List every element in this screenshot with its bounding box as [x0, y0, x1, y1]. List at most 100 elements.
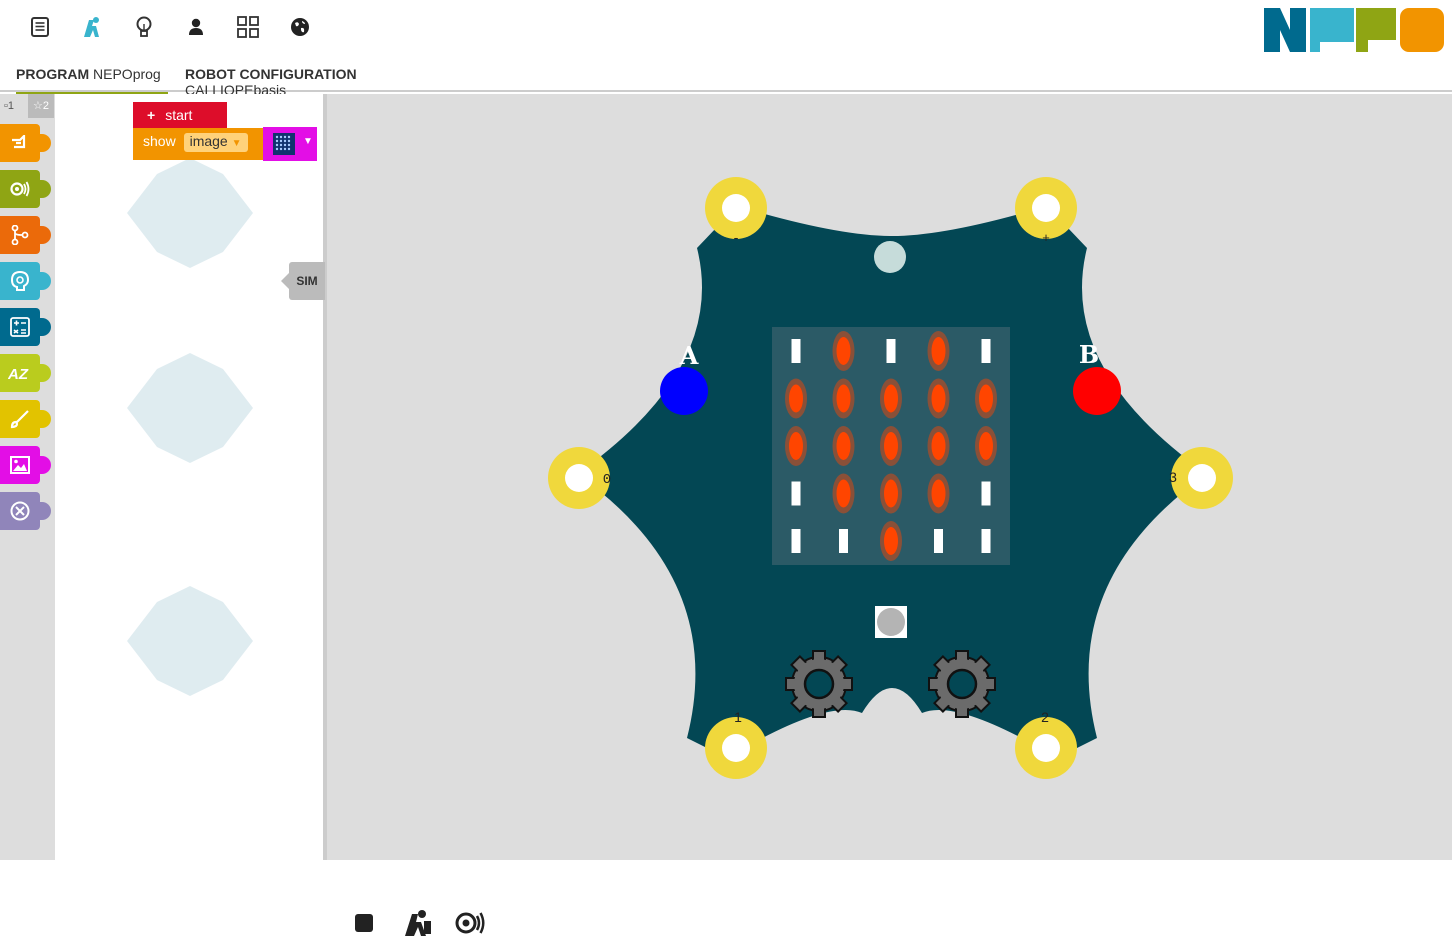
sim-tab-label: SIM — [296, 274, 318, 288]
led-off — [981, 529, 991, 553]
calliope-board: - + 0 3 1 2 A B — [548, 177, 1233, 779]
rgb-led — [874, 241, 906, 273]
show-image-block[interactable]: show image ▼ — [133, 128, 263, 160]
led-on — [836, 479, 851, 508]
image-value-block[interactable]: ▼ — [263, 127, 317, 161]
level-2-label: 2 — [42, 100, 49, 112]
tab-robot-configuration[interactable]: ROBOT CONFIGURATION CALLIOPEbasis — [185, 66, 455, 98]
sensor-icon — [10, 181, 30, 197]
top-navigation-bar: PROGRAM NEPOprog ROBOT CONFIGURATION CAL… — [0, 0, 1452, 98]
motor-gear-left — [785, 650, 853, 718]
led-on — [836, 384, 851, 413]
gallery-icon[interactable] — [235, 14, 261, 40]
light-sensor-dot — [877, 608, 905, 636]
pin-1-hole — [722, 734, 750, 762]
simulation-panel: - + 0 3 1 2 A B — [327, 94, 1452, 947]
sensor-view-button[interactable] — [447, 899, 495, 947]
button-a[interactable] — [660, 367, 708, 415]
pin-minus-label: - — [732, 231, 740, 246]
board-watermark — [127, 586, 253, 696]
logic-category[interactable] — [0, 262, 51, 300]
level-1-label: 1 — [7, 100, 15, 112]
led-on — [931, 432, 946, 460]
control-category[interactable] — [0, 216, 51, 254]
action-icon — [12, 135, 26, 149]
show-type-value: image — [189, 133, 228, 149]
svg-text:AZ: AZ — [8, 366, 29, 381]
tab-program-name: NEPOprog — [93, 66, 161, 82]
led-on — [979, 432, 993, 460]
pin-3-hole — [1188, 464, 1216, 492]
add-plus-icon[interactable]: + — [147, 107, 155, 123]
robot-icon[interactable] — [79, 14, 105, 40]
user-icon[interactable] — [183, 14, 209, 40]
variables-category[interactable] — [0, 492, 51, 530]
block-toolbox: ▫1 ☆2 AZ — [0, 94, 55, 860]
tab-program[interactable]: PROGRAM NEPOprog — [16, 66, 168, 95]
pin-2-label: 2 — [1041, 709, 1049, 725]
led-on — [884, 479, 898, 508]
led-on — [931, 337, 946, 365]
button-a-label: A — [679, 341, 699, 370]
images-category[interactable] — [0, 446, 51, 484]
pin-2-hole — [1032, 734, 1060, 762]
board-watermark — [127, 158, 253, 268]
led-off — [934, 529, 943, 553]
lightbulb-icon[interactable] — [131, 14, 157, 40]
led-off — [981, 481, 991, 506]
action-category[interactable] — [0, 124, 51, 162]
led-on — [789, 432, 803, 460]
stop-icon — [355, 914, 373, 932]
led-image-preview-icon — [273, 133, 295, 155]
toolbox-level-toggles: ▫1 ☆2 — [0, 94, 55, 118]
led-on — [979, 384, 993, 413]
robot-icon — [405, 910, 431, 936]
math-category[interactable] — [0, 308, 51, 346]
program-workspace[interactable] — [55, 94, 325, 860]
nepo-logo — [1264, 8, 1444, 52]
start-block[interactable]: + start — [133, 102, 227, 128]
tab-program-label: PROGRAM — [16, 66, 90, 82]
led-on — [931, 479, 946, 508]
led-off — [981, 339, 991, 363]
level-1-toggle[interactable]: ▫1 — [4, 100, 14, 112]
led-off — [791, 339, 801, 363]
level-2-toggle[interactable]: ☆2 — [28, 94, 54, 118]
led-on — [789, 384, 803, 413]
motor-gear-right — [928, 650, 996, 718]
sim-toggle-tab[interactable]: SIM — [281, 262, 325, 300]
led-on — [884, 527, 898, 555]
pin-minus-hole — [722, 194, 750, 222]
image-icon — [10, 456, 30, 474]
logic-icon — [10, 271, 30, 291]
led-off — [886, 339, 896, 363]
pin-plus-label: + — [1042, 231, 1050, 246]
sound-icon — [455, 912, 485, 934]
document-icon[interactable] — [27, 14, 53, 40]
led-on — [931, 384, 946, 413]
text-category[interactable]: AZ — [0, 354, 51, 392]
show-block-label: show — [143, 133, 176, 149]
math-icon — [10, 317, 30, 337]
pin-0-label: 0 — [603, 472, 611, 488]
pin-1-label: 1 — [734, 709, 742, 725]
led-on — [836, 432, 851, 460]
show-type-dropdown[interactable]: image ▼ — [183, 133, 248, 152]
button-b[interactable] — [1073, 367, 1121, 415]
chevron-down-icon: ▼ — [231, 138, 242, 149]
stop-button[interactable] — [340, 899, 388, 947]
colour-category[interactable] — [0, 400, 51, 438]
globe-icon[interactable] — [287, 14, 313, 40]
led-off — [791, 481, 801, 506]
start-block-label: start — [165, 107, 193, 123]
tab-configuration-label: ROBOT CONFIGURATION — [185, 66, 357, 82]
robot-view-button[interactable] — [393, 899, 441, 947]
pin-3-label: 3 — [1169, 469, 1177, 485]
chevron-down-icon[interactable]: ▼ — [303, 136, 313, 147]
variables-icon — [10, 501, 30, 521]
led-off — [791, 529, 801, 553]
sensors-category[interactable] — [0, 170, 51, 208]
led-on — [836, 337, 851, 365]
colour-icon — [10, 410, 29, 429]
led-on — [884, 432, 898, 460]
